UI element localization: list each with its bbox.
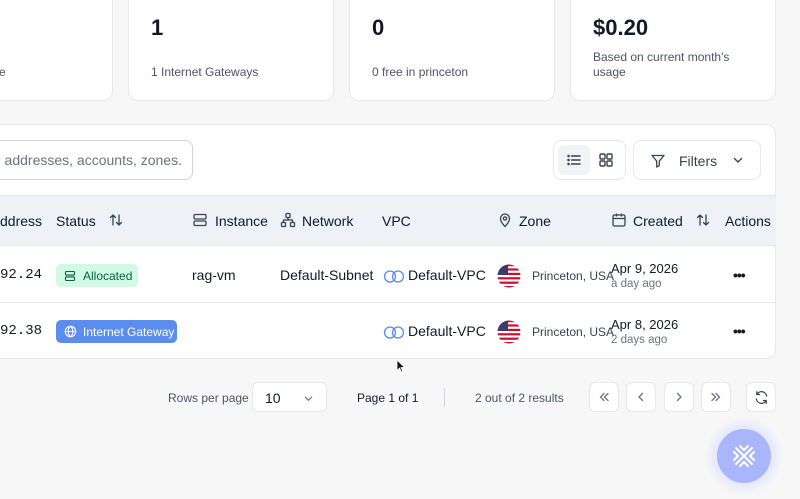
stat-card-value: $0.20: [593, 15, 649, 40]
row-actions-button[interactable]: •••: [733, 323, 746, 339]
stat-card-gateways: 1 1 Internet Gateways: [128, 0, 334, 101]
stat-card-free: 0 0 free in princeton: [349, 0, 555, 101]
row-vpc-link[interactable]: Default-VPC: [408, 267, 486, 283]
status-badge-label: Internet Gateway: [83, 325, 175, 339]
map-pin-icon: [499, 213, 511, 228]
us-flag-icon: [497, 264, 521, 288]
chevrons-right-icon: [711, 392, 721, 402]
view-toggle: [553, 140, 626, 180]
page-indicator: Page 1 of 1: [357, 391, 419, 405]
rows-per-page-value: 10: [265, 390, 281, 406]
row-instance-link[interactable]: rag-vm: [192, 267, 236, 283]
row-created-date: Apr 8, 2026: [611, 317, 679, 332]
stat-card-sub: Based on current month's usage: [593, 50, 730, 79]
last-page-button[interactable]: [701, 382, 731, 412]
status-badge: Allocated: [56, 264, 138, 287]
stat-card-sub: 1 Internet Gateways: [151, 65, 259, 79]
search-input[interactable]: [0, 141, 182, 179]
stat-card-partial: e: [0, 0, 113, 101]
row-ip: 92.24: [0, 267, 43, 283]
col-network[interactable]: Network: [302, 213, 353, 229]
col-vpc[interactable]: VPC: [382, 213, 411, 229]
refresh-button[interactable]: [746, 382, 776, 412]
us-flag-icon: [497, 320, 521, 344]
chevron-left-icon: [638, 392, 644, 402]
stat-card-cost: $0.20 Based on current month's usage: [570, 0, 776, 101]
row-divider: [0, 302, 776, 303]
rows-per-page-label: Rows per page: [168, 391, 249, 405]
globe-icon: [64, 325, 77, 338]
prev-page-button[interactable]: [626, 382, 656, 412]
stat-card-value: 1: [151, 15, 164, 40]
pagination-divider: [444, 388, 445, 406]
sort-icon[interactable]: [108, 212, 124, 228]
grid-icon: [599, 153, 613, 167]
status-badge: Internet Gateway: [56, 320, 177, 343]
stat-card-value: 0: [372, 15, 385, 40]
server-icon: [64, 270, 76, 282]
chevron-right-icon: [676, 392, 682, 402]
filters-button[interactable]: Filters: [633, 140, 761, 180]
row-network-link[interactable]: Default-Subnet: [280, 267, 373, 283]
row-zone: Princeton, USA: [532, 269, 615, 283]
row-vpc-link[interactable]: Default-VPC: [408, 323, 486, 339]
chevron-down-icon: [304, 396, 313, 402]
row-ip: 92.38: [0, 323, 43, 339]
results-count: 2 out of 2 results: [475, 391, 564, 405]
mouse-cursor-icon: [396, 359, 406, 373]
first-page-button[interactable]: [589, 382, 619, 412]
assistant-logo-icon: [733, 445, 755, 467]
col-address[interactable]: ddress: [0, 213, 42, 229]
col-created[interactable]: Created: [633, 213, 683, 229]
filter-icon: [651, 154, 665, 168]
vpc-icon: [383, 270, 405, 283]
col-status[interactable]: Status: [56, 213, 96, 229]
col-actions: Actions: [725, 213, 771, 229]
filters-label: Filters: [679, 153, 718, 169]
chevrons-left-icon: [599, 392, 609, 402]
rows-per-page-select[interactable]: 10: [252, 382, 327, 412]
vpc-icon: [383, 326, 405, 339]
search-box[interactable]: [0, 140, 193, 180]
list-view-button[interactable]: [558, 145, 590, 175]
sort-icon[interactable]: [695, 212, 711, 228]
stat-card-sub: 0 free in princeton: [372, 65, 469, 79]
grid-view-button[interactable]: [590, 145, 622, 175]
row-created-date: Apr 9, 2026: [611, 261, 679, 276]
col-zone[interactable]: Zone: [519, 213, 551, 229]
row-actions-button[interactable]: •••: [733, 267, 746, 283]
row-zone: Princeton, USA: [532, 325, 615, 339]
status-badge-label: Allocated: [83, 269, 133, 283]
list-icon: [567, 154, 581, 166]
stat-card-sub: e: [0, 65, 6, 79]
server-icon: [193, 213, 207, 227]
network-icon: [280, 212, 296, 228]
next-page-button[interactable]: [664, 382, 694, 412]
refresh-icon: [755, 390, 767, 404]
col-instance[interactable]: Instance: [215, 213, 268, 229]
row-created-ago: a day ago: [611, 278, 662, 290]
calendar-icon: [612, 213, 626, 227]
chevron-down-icon: [733, 157, 743, 163]
assistant-button[interactable]: [717, 429, 771, 483]
row-created-ago: 2 days ago: [611, 334, 668, 346]
